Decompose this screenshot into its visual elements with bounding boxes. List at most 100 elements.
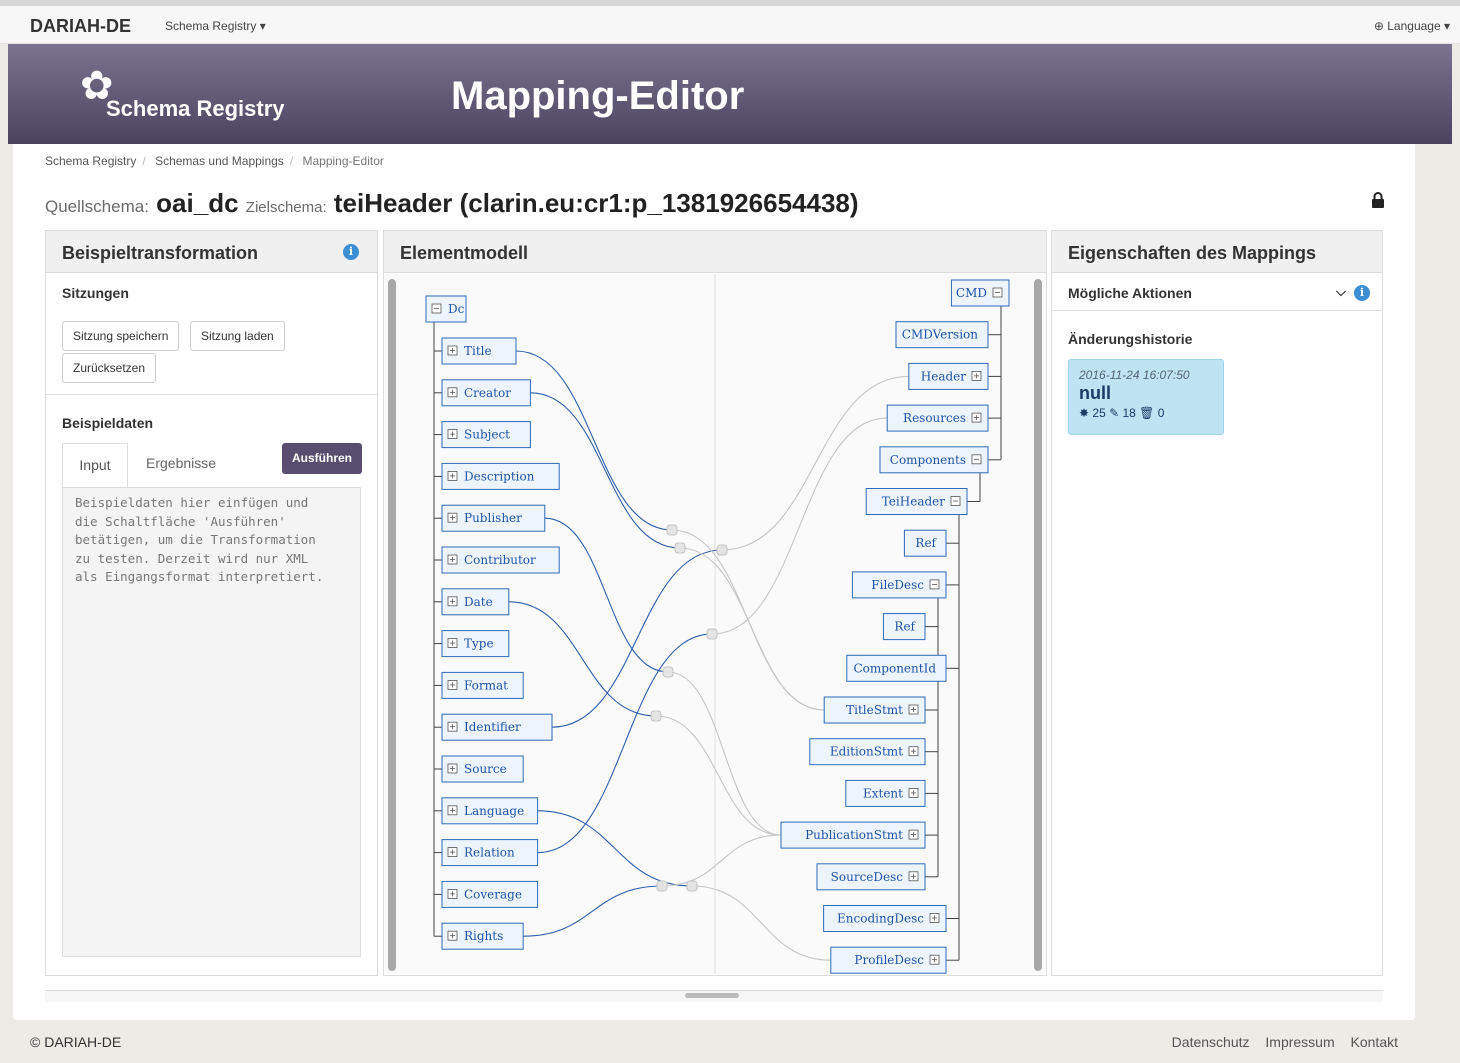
possible-actions-label: Mögliche Aktionen <box>1068 285 1192 301</box>
source-node-rights[interactable]: Rights <box>441 922 524 950</box>
mapping-handle <box>686 880 698 892</box>
target-node-cmd[interactable]: CMD <box>950 279 1010 307</box>
source-node-creator[interactable]: Creator <box>441 379 531 407</box>
target-node-ref[interactable]: Ref <box>882 613 926 641</box>
target-node-titlestmt[interactable]: TitleStmt <box>823 696 926 724</box>
svg-text:Ref: Ref <box>915 536 937 550</box>
main-card: Schema Registry / Schemas und Mappings / M… <box>13 144 1415 1020</box>
source-node-coverage[interactable]: Coverage <box>441 880 539 908</box>
source-node-dc[interactable]: Dc <box>425 295 467 323</box>
breadcrumb-schemas-mappings[interactable]: Schemas und Mappings <box>155 154 284 168</box>
history-title: null <box>1079 383 1111 403</box>
possible-actions-row[interactable]: Mögliche Aktionen ⌵ i <box>1052 273 1382 311</box>
svg-text:Dc: Dc <box>448 302 465 316</box>
schema-registry-menu[interactable]: Schema Registry ▾ <box>165 19 266 33</box>
mapping-handle <box>650 710 662 722</box>
target-node-filedesc[interactable]: FileDesc <box>851 571 947 599</box>
source-node-title[interactable]: Title <box>441 337 517 365</box>
source-node-identifier[interactable]: Identifier <box>441 713 553 741</box>
mapping-properties-panel: Eigenschaften des Mappings Mögliche Akti… <box>1051 230 1383 976</box>
svg-text:TitleStmt: TitleStmt <box>846 703 903 717</box>
breadcrumb-schema-registry[interactable]: Schema Registry <box>45 154 136 168</box>
svg-text:Identifier: Identifier <box>464 720 521 734</box>
svg-text:Format: Format <box>464 678 508 692</box>
panel-header: Elementmodell <box>384 231 1046 273</box>
history-heading: Änderungshistorie <box>1068 331 1193 347</box>
target-node-extent[interactable]: Extent <box>845 779 926 807</box>
footer-link-privacy[interactable]: Datenschutz <box>1172 1034 1250 1050</box>
source-node-language[interactable]: Language <box>441 797 539 825</box>
svg-text:Resources: Resources <box>903 411 966 425</box>
lock-icon[interactable] <box>1371 192 1385 213</box>
svg-text:Creator: Creator <box>464 386 511 400</box>
target-node-header[interactable]: Header <box>908 362 989 390</box>
footer-link-imprint[interactable]: Impressum <box>1265 1034 1334 1050</box>
svg-text:CMD: CMD <box>956 286 987 300</box>
mapping-tree[interactable]: Dc Title Creator Subject Description Publishe… <box>384 274 1046 974</box>
target-node-cmdversion[interactable]: CMDVersion <box>895 321 989 349</box>
target-node-editionstmt[interactable]: EditionStmt <box>809 738 926 766</box>
element-model-panel: Elementmodell Dc Title Creator Subject Descr… <box>383 230 1047 976</box>
target-node-encodingdesc[interactable]: EncodingDesc <box>823 905 947 932</box>
right-scrollbar[interactable] <box>1034 279 1042 971</box>
svg-text:Components: Components <box>890 453 966 467</box>
schema-heading: Quellschema: oai_dc Zielschema: teiHeade… <box>45 188 859 219</box>
source-node-publisher[interactable]: Publisher <box>441 504 546 532</box>
target-node-teiheader[interactable]: TeiHeader <box>865 488 968 515</box>
svg-text:Extent: Extent <box>863 786 903 800</box>
mapping-canvas[interactable]: Dc Title Creator Subject Description Publishe… <box>384 274 1046 974</box>
source-node-relation[interactable]: Relation <box>441 839 539 867</box>
reset-button[interactable]: Zurücksetzen <box>62 353 157 383</box>
source-node-contributor[interactable]: Contributor <box>441 546 560 574</box>
source-node-date[interactable]: Date <box>441 588 510 616</box>
source-node-format[interactable]: Format <box>441 671 524 699</box>
mapping-handle <box>662 666 674 678</box>
target-node-components[interactable]: Components <box>879 446 989 474</box>
language-menu[interactable]: ⊕ Language ▾ <box>1374 19 1450 33</box>
svg-text:TeiHeader: TeiHeader <box>882 495 946 509</box>
svg-text:SourceDesc: SourceDesc <box>831 870 904 884</box>
svg-text:CMDVersion: CMDVersion <box>902 328 979 342</box>
run-button[interactable]: Ausführen <box>282 443 362 474</box>
load-session-button[interactable]: Sitzung laden <box>190 321 285 351</box>
sample-data-input[interactable]: Beispieldaten hier einfügen und die Scha… <box>62 487 361 957</box>
tab-results[interactable]: Ergebnisse <box>146 455 216 471</box>
target-node-publicationstmt[interactable]: PublicationStmt <box>780 821 926 849</box>
panel-title: Elementmodell <box>400 243 529 263</box>
source-node-type[interactable]: Type <box>441 630 510 658</box>
source-node-subject[interactable]: Subject <box>441 421 531 449</box>
svg-text:EditionStmt: EditionStmt <box>830 745 903 759</box>
breadcrumb-mapping-editor: Mapping-Editor <box>302 154 384 168</box>
svg-text:Subject: Subject <box>464 428 510 442</box>
target-node-profiledesc[interactable]: ProfileDesc <box>830 946 947 974</box>
brand-link[interactable]: DARIAH-DE <box>30 16 131 37</box>
target-schema-label: Zielschema: <box>245 199 327 216</box>
source-node-description[interactable]: Description <box>441 462 560 490</box>
svg-text:Date: Date <box>464 595 493 609</box>
sessions-heading: Sitzungen <box>62 285 129 301</box>
source-node-source[interactable]: Source <box>441 755 524 783</box>
info-icon[interactable]: i <box>1354 285 1370 301</box>
tab-input[interactable]: Input <box>62 443 128 487</box>
target-node-sourcedesc[interactable]: SourceDesc <box>816 863 926 891</box>
target-node-resources[interactable]: Resources <box>886 404 989 432</box>
horizontal-scrollbar[interactable] <box>45 990 1383 1002</box>
svg-text:Ref: Ref <box>894 620 916 634</box>
panel-title: Beispieltransformation <box>62 243 259 263</box>
target-node-componentid[interactable]: ComponentId <box>846 654 947 682</box>
logo-text: Schema Registry <box>106 96 285 121</box>
breadcrumb: Schema Registry / Schemas und Mappings / M… <box>45 154 384 168</box>
top-navbar: DARIAH-DE Schema Registry ▾ ⊕ Language ▾ <box>0 0 1460 44</box>
save-session-button[interactable]: Sitzung speichern <box>62 321 180 351</box>
svg-text:Header: Header <box>921 369 967 383</box>
footer-copyright: © DARIAH-DE <box>30 1034 122 1050</box>
svg-text:Coverage: Coverage <box>464 887 522 901</box>
info-icon[interactable]: i <box>343 244 359 260</box>
svg-text:Publisher: Publisher <box>464 511 522 525</box>
left-scrollbar[interactable] <box>388 279 396 971</box>
target-node-ref[interactable]: Ref <box>903 529 947 557</box>
history-entry[interactable]: 2016-11-24 16:07:50 null ✸ 25 ✎ 18 🗑 0 <box>1068 359 1224 435</box>
source-schema-label: Quellschema: <box>45 197 149 216</box>
footer-link-contact[interactable]: Kontakt <box>1351 1034 1398 1050</box>
chevron-down-icon[interactable]: ⌵ <box>1336 284 1346 300</box>
